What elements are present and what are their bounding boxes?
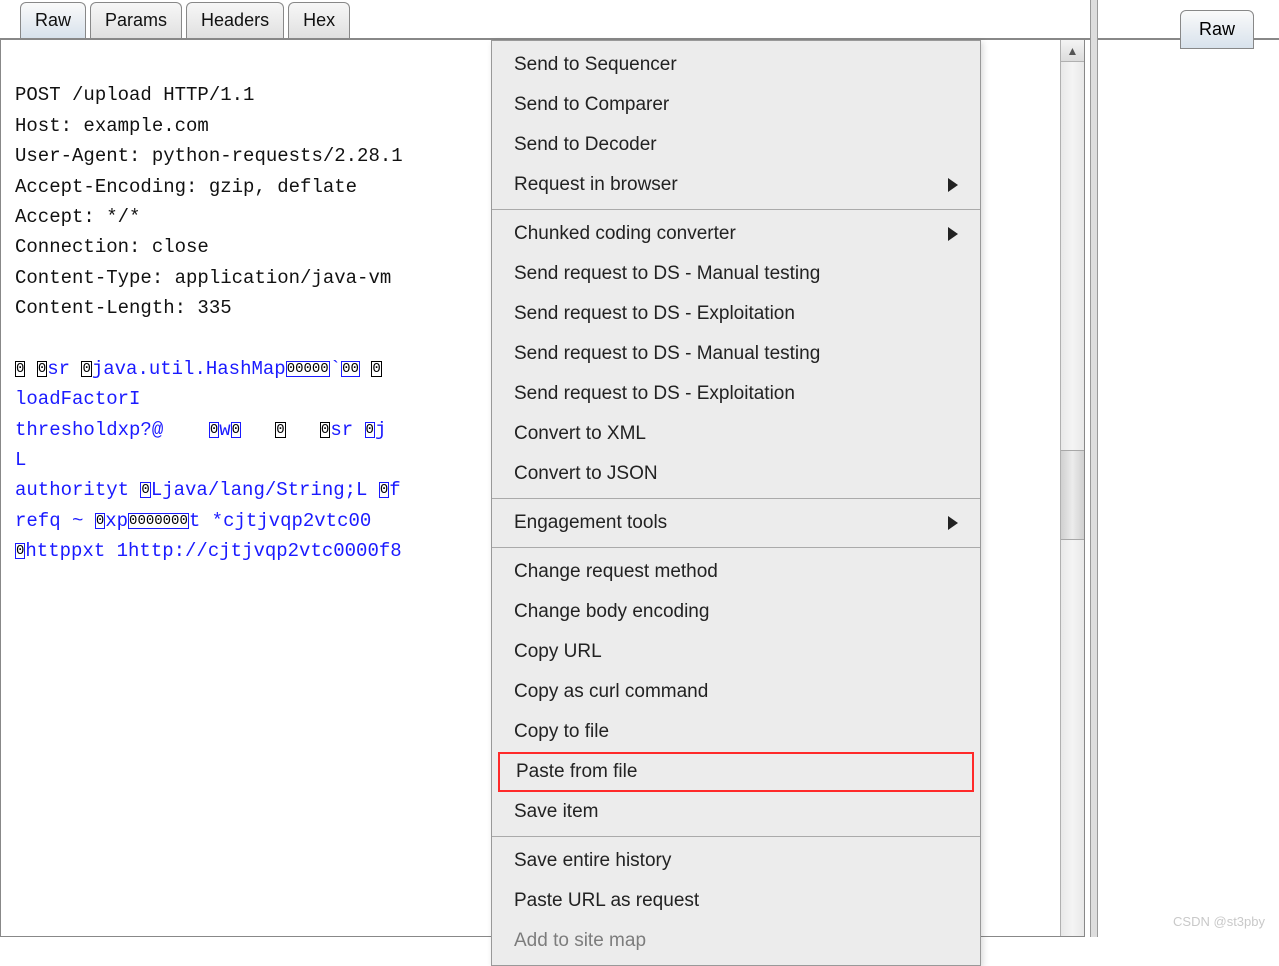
body-L: L <box>15 449 26 471</box>
right-tab-raw[interactable]: Raw <box>1180 10 1254 49</box>
accept-line: Accept: */* <box>15 206 140 228</box>
menu-paste-url[interactable]: Paste URL as request <box>492 881 980 921</box>
req-line: POST /upload HTTP/1.1 <box>15 84 254 106</box>
menu-group-history: Save entire history Paste URL as request… <box>492 836 980 965</box>
body-refq: refq ~ 0xp0000000t *cjtjvqp2vtc00 <box>15 510 371 532</box>
tab-params[interactable]: Params <box>90 2 182 38</box>
menu-add-sitemap[interactable]: Add to site map <box>492 921 980 961</box>
body-http: 0httppxt 1http://cjtjvqp2vtc0000f8 <box>15 540 402 562</box>
body-threshold: thresholdxp?@ 0w0 0 0sr 0j <box>15 419 386 441</box>
menu-save-item[interactable]: Save item <box>492 792 980 832</box>
scroll-thumb[interactable] <box>1061 450 1084 540</box>
menu-send-comparer[interactable]: Send to Comparer <box>492 85 980 125</box>
body-loadfactor: loadFactorI <box>15 388 140 410</box>
menu-copy-file[interactable]: Copy to file <box>492 712 980 752</box>
tab-raw[interactable]: Raw <box>20 2 86 38</box>
menu-group-edit: Change request method Change body encodi… <box>492 547 980 836</box>
scroll-up-icon[interactable]: ▲ <box>1061 40 1084 62</box>
submenu-arrow-icon <box>948 227 958 241</box>
menu-ds-manual2[interactable]: Send request to DS - Manual testing <box>492 334 980 374</box>
menu-ds-exploit2[interactable]: Send request to DS - Exploitation <box>492 374 980 414</box>
splitter[interactable] <box>1090 0 1098 937</box>
body-line1: 0 0sr 0java.util.HashMap00000`00 0 <box>15 358 382 380</box>
tab-hex[interactable]: Hex <box>288 2 350 38</box>
ae-line: Accept-Encoding: gzip, deflate <box>15 176 357 198</box>
menu-send-decoder[interactable]: Send to Decoder <box>492 125 980 165</box>
submenu-arrow-icon <box>948 516 958 530</box>
context-menu: Send to Sequencer Send to Comparer Send … <box>491 40 981 966</box>
tab-headers[interactable]: Headers <box>186 2 284 38</box>
request-panel: POST /upload HTTP/1.1 Host: example.com … <box>0 40 1085 937</box>
menu-request-browser[interactable]: Request in browser <box>492 165 980 205</box>
scrollbar[interactable]: ▲ <box>1060 40 1084 936</box>
ct-line: Content-Type: application/java-vm <box>15 267 391 289</box>
host-line: Host: example.com <box>15 115 209 137</box>
menu-ds-exploit1[interactable]: Send request to DS - Exploitation <box>492 294 980 334</box>
menu-convert-json[interactable]: Convert to JSON <box>492 454 980 494</box>
menu-copy-curl[interactable]: Copy as curl command <box>492 672 980 712</box>
menu-group-ds: Chunked coding converter Send request to… <box>492 209 980 498</box>
menu-group-engagement: Engagement tools <box>492 498 980 547</box>
menu-send-sequencer[interactable]: Send to Sequencer <box>492 45 980 85</box>
cl-line: Content-Length: 335 <box>15 297 232 319</box>
ua-line: User-Agent: python-requests/2.28.1 <box>15 145 403 167</box>
body-authority: authorityt 0Ljava/lang/String;L 0f <box>15 479 401 501</box>
submenu-arrow-icon <box>948 178 958 192</box>
watermark: CSDN @st3pby <box>1173 914 1265 929</box>
conn-line: Connection: close <box>15 236 209 258</box>
menu-paste-file[interactable]: Paste from file <box>498 752 974 792</box>
menu-convert-xml[interactable]: Convert to XML <box>492 414 980 454</box>
menu-change-encoding[interactable]: Change body encoding <box>492 592 980 632</box>
left-tabs: Raw Params Headers Hex <box>0 0 1279 40</box>
menu-save-history[interactable]: Save entire history <box>492 841 980 881</box>
menu-copy-url[interactable]: Copy URL <box>492 632 980 672</box>
menu-ds-manual1[interactable]: Send request to DS - Manual testing <box>492 254 980 294</box>
menu-chunked[interactable]: Chunked coding converter <box>492 214 980 254</box>
menu-change-method[interactable]: Change request method <box>492 552 980 592</box>
menu-engagement[interactable]: Engagement tools <box>492 503 980 543</box>
menu-group-send: Send to Sequencer Send to Comparer Send … <box>492 41 980 209</box>
